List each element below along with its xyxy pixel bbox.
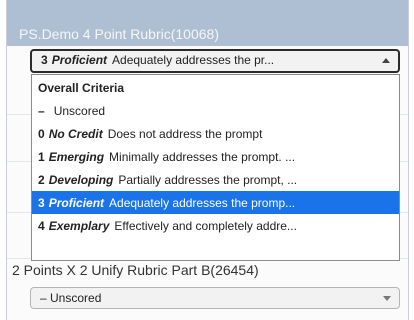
option-number: 1 [38, 150, 45, 164]
option-level: Exemplary [48, 219, 110, 233]
option-description: Minimally addresses the prompt. ... [109, 150, 296, 164]
rubric-2-selected-value: – Unscored [40, 291, 102, 305]
option-level: Emerging [48, 150, 105, 164]
score-option-3[interactable]: 3 Proficient Adequately addresses the prom… [32, 191, 399, 214]
option-description: Unscored [53, 104, 106, 118]
score-option-0[interactable]: 0 No Credit Does not address the prompt [32, 122, 399, 145]
option-number: 3 [38, 196, 45, 210]
option-number: 4 [38, 219, 45, 233]
chevron-down-icon [383, 296, 391, 301]
score-option-unscored[interactable]: – Unscored [32, 99, 399, 122]
option-description: Effectively and completely addre... [114, 219, 297, 233]
option-number: 2 [38, 173, 45, 187]
score-option-2[interactable]: 2 Developing Partially addresses the promp… [32, 168, 399, 191]
left-border [6, 0, 7, 320]
option-number: – [38, 104, 45, 118]
chevron-up-icon [382, 58, 390, 63]
selected-score-number: 3 [41, 53, 48, 67]
rubric-2-title: 2 Points X 2 Unify Rubric Part B(26454) [12, 262, 259, 278]
dropdown-group-label: Overall Criteria [38, 81, 125, 95]
selected-score-level: Proficient [51, 53, 108, 67]
rubric-header: PS.Demo 4 Point Rubric(10068) [7, 0, 408, 46]
score-dropdown-list: Overall Criteria – Unscored 0 No Credit Doe… [31, 74, 400, 261]
rubric-panel: PS.Demo 4 Point Rubric(10068) 3 Proficien… [0, 0, 414, 320]
option-description: Adequately addresses the promp... [109, 196, 296, 210]
score-option-1[interactable]: 1 Emerging Minimally addresses the prompt.… [32, 145, 399, 168]
option-description: Partially addresses the prompt, ... [118, 173, 298, 187]
score-option-4[interactable]: 4 Exemplary Effectively and completely add… [32, 214, 399, 237]
option-level: Proficient [48, 196, 105, 210]
rubric-2-score-select[interactable]: – Unscored [30, 287, 400, 309]
selected-score-description: Adequately addresses the pr... [112, 53, 275, 67]
right-border [408, 0, 409, 320]
option-description: Does not address the prompt [107, 127, 263, 141]
option-level: No Credit [48, 127, 103, 141]
score-select-open[interactable]: 3 Proficient Adequately addresses the pr..… [30, 49, 400, 73]
option-level: Developing [48, 173, 114, 187]
option-number: 0 [38, 127, 45, 141]
rubric-title: PS.Demo 4 Point Rubric(10068) [19, 26, 219, 42]
